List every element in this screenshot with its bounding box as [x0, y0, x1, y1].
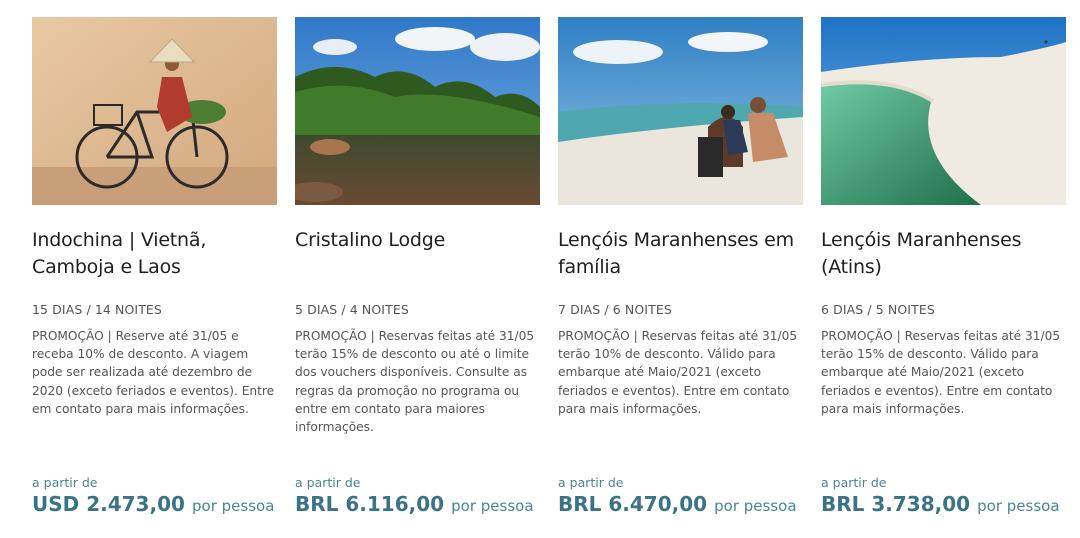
jungle-river-photo[interactable] — [295, 17, 540, 205]
dune-lagoon-photo[interactable] — [821, 17, 1066, 205]
per-person-label: por pessoa — [714, 497, 797, 515]
package-description: PROMOÇÃO | Reservas feitas até 31/05 ter… — [558, 329, 798, 416]
price-line: BRL 6.470,00 por pessoa — [558, 492, 797, 516]
package-card-indochina[interactable]: Indochina | Vietnã, Camboja e Laos 15 DI… — [32, 17, 277, 532]
package-price: USD 2.473,00 — [32, 492, 185, 516]
per-person-label: por pessoa — [977, 497, 1060, 515]
package-duration: 7 DIAS / 6 NOITES — [558, 302, 672, 317]
price-line: BRL 6.116,00 por pessoa — [295, 492, 534, 516]
package-card-lencois-familia[interactable]: Lençóis Maranhenses em família 7 DIAS / … — [558, 17, 803, 532]
family-on-dunes-photo[interactable] — [558, 17, 803, 205]
price-from-label: a partir de — [821, 475, 887, 490]
package-price: BRL 6.470,00 — [558, 492, 708, 516]
price-from-label: a partir de — [558, 475, 624, 490]
price-line: BRL 3.738,00 por pessoa — [821, 492, 1060, 516]
price-from-label: a partir de — [32, 475, 98, 490]
package-duration: 6 DIAS / 5 NOITES — [821, 302, 935, 317]
package-title[interactable]: Lençóis Maranhenses (Atins) — [821, 227, 1066, 283]
price-line: USD 2.473,00 por pessoa — [32, 492, 274, 516]
package-title[interactable]: Indochina | Vietnã, Camboja e Laos — [32, 227, 277, 283]
package-grid: Indochina | Vietnã, Camboja e Laos 15 DI… — [0, 0, 1080, 538]
per-person-label: por pessoa — [192, 497, 275, 515]
package-price: BRL 6.116,00 — [295, 492, 445, 516]
package-card-lencois-atins[interactable]: Lençóis Maranhenses (Atins) 6 DIAS / 5 N… — [821, 17, 1066, 532]
per-person-label: por pessoa — [451, 497, 534, 515]
package-duration: 5 DIAS / 4 NOITES — [295, 302, 409, 317]
price-from-label: a partir de — [295, 475, 361, 490]
package-title[interactable]: Cristalino Lodge — [295, 227, 540, 283]
package-price: BRL 3.738,00 — [821, 492, 971, 516]
package-duration: 15 DIAS / 14 NOITES — [32, 302, 162, 317]
package-description: PROMOÇÃO | Reservas feitas até 31/05 ter… — [295, 329, 535, 435]
package-description: PROMOÇÃO | Reservas feitas até 31/05 ter… — [821, 329, 1061, 416]
package-title[interactable]: Lençóis Maranhenses em família — [558, 227, 803, 283]
package-description: PROMOÇÃO | Reserve até 31/05 e receba 10… — [32, 329, 275, 416]
package-card-cristalino[interactable]: Cristalino Lodge 5 DIAS / 4 NOITES PROMO… — [295, 17, 540, 532]
woman-riding-bicycle-photo[interactable] — [32, 17, 277, 205]
